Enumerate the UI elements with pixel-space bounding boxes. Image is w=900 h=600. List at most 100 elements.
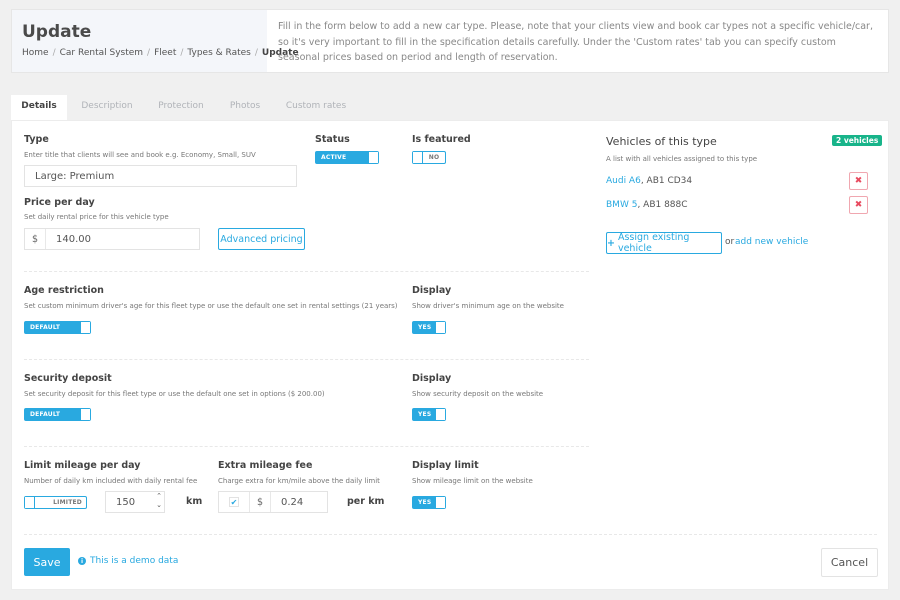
chevron-up-icon[interactable]: ⌃ bbox=[154, 492, 164, 501]
security-deposit-toggle[interactable]: DEFAULT bbox=[24, 408, 91, 421]
featured-label: Is featured bbox=[412, 134, 471, 145]
close-icon: ✖ bbox=[854, 200, 863, 210]
price-hint: Set daily rental price for this vehicle … bbox=[24, 213, 169, 221]
tab-photos[interactable]: Photos bbox=[215, 95, 275, 120]
deposit-display-toggle[interactable]: YES bbox=[412, 408, 446, 421]
plus-icon: + bbox=[607, 237, 615, 249]
save-button[interactable]: Save bbox=[24, 548, 70, 576]
security-deposit-label: Security deposit bbox=[24, 373, 112, 384]
breadcrumb-home[interactable]: Home bbox=[22, 48, 49, 58]
divider bbox=[24, 534, 877, 535]
price-input[interactable]: $ 140.00 bbox=[24, 228, 200, 250]
assign-existing-vehicle-button[interactable]: + Assign existing vehicle bbox=[606, 232, 722, 254]
tab-protection[interactable]: Protection bbox=[147, 95, 215, 120]
age-restriction-hint: Set custom minimum driver's age for this… bbox=[24, 302, 398, 310]
type-input[interactable]: Large: Premium bbox=[24, 165, 297, 187]
vehicles-title: Vehicles of this type bbox=[606, 135, 717, 148]
breadcrumb-fleet[interactable]: Fleet bbox=[154, 48, 176, 58]
demo-text: This is a demo data bbox=[90, 556, 179, 566]
status-label: Status bbox=[315, 134, 350, 145]
age-display-toggle-text: YES bbox=[418, 324, 432, 331]
header-info-text: Fill in the form below to add a new car … bbox=[278, 21, 873, 63]
status-toggle[interactable]: ACTIVE bbox=[315, 151, 379, 164]
advanced-pricing-button[interactable]: Advanced pricing bbox=[218, 228, 305, 250]
breadcrumb-separator: / bbox=[147, 48, 151, 58]
security-deposit-hint: Set security deposit for this fleet type… bbox=[24, 390, 325, 398]
page-header: Update Home / Car Rental System / Fleet / Type… bbox=[11, 9, 889, 73]
limit-mileage-label: Limit mileage per day bbox=[24, 460, 141, 471]
type-hint: Enter title that clients will see and bo… bbox=[24, 151, 256, 159]
age-toggle-text: DEFAULT bbox=[30, 324, 61, 331]
extra-mileage-hint: Charge extra for km/mile above the daily… bbox=[218, 477, 380, 485]
toggle-knob bbox=[368, 152, 378, 163]
extra-fee-unit: per km bbox=[347, 496, 385, 507]
vehicle-item: Audi A6, AB1 CD34 bbox=[606, 176, 692, 186]
featured-toggle[interactable]: NO bbox=[412, 151, 446, 164]
price-label: Price per day bbox=[24, 197, 95, 208]
extra-fee-value: 0.24 bbox=[281, 496, 304, 508]
toggle-knob bbox=[25, 497, 35, 508]
breadcrumb-separator: / bbox=[254, 48, 258, 58]
breadcrumb-separator: / bbox=[180, 48, 184, 58]
vehicle-link[interactable]: BMW 5 bbox=[606, 200, 637, 210]
mileage-toggle-text: LIMITED bbox=[53, 499, 82, 506]
tab-bar: Details Description Protection Photos Cu… bbox=[11, 95, 357, 120]
toggle-knob bbox=[435, 409, 445, 420]
tab-details[interactable]: Details bbox=[11, 95, 67, 120]
limit-mileage-toggle[interactable]: LIMITED bbox=[24, 496, 87, 509]
page-title: Update bbox=[22, 22, 92, 42]
display-limit-label: Display limit bbox=[412, 460, 479, 471]
info-icon: i bbox=[78, 557, 86, 565]
breadcrumb-separator: / bbox=[52, 48, 56, 58]
deposit-display-hint: Show security deposit on the website bbox=[412, 390, 544, 398]
vehicle-item: BMW 5, AB1 888C bbox=[606, 200, 688, 210]
divider bbox=[24, 359, 589, 360]
age-display-label: Display bbox=[412, 285, 452, 296]
type-input-value: Large: Premium bbox=[35, 170, 115, 182]
breadcrumb-types-rates[interactable]: Types & Rates bbox=[187, 48, 250, 58]
extra-mileage-label: Extra mileage fee bbox=[218, 460, 313, 471]
deposit-display-label: Display bbox=[412, 373, 452, 384]
age-restriction-label: Age restriction bbox=[24, 285, 104, 296]
toggle-knob bbox=[435, 497, 445, 508]
price-currency: $ bbox=[25, 229, 46, 249]
vehicle-link[interactable]: Audi A6 bbox=[606, 176, 641, 186]
add-new-vehicle-link[interactable]: add new vehicle bbox=[735, 237, 808, 247]
tab-description[interactable]: Description bbox=[67, 95, 147, 120]
mileage-unit: km bbox=[186, 496, 203, 507]
mileage-value: 150 bbox=[116, 496, 136, 508]
or-text: or bbox=[725, 237, 735, 247]
breadcrumb: Home / Car Rental System / Fleet / Types & Rat… bbox=[22, 48, 299, 58]
featured-toggle-text: NO bbox=[428, 154, 440, 161]
age-display-toggle[interactable]: YES bbox=[412, 321, 446, 334]
check-icon[interactable]: ✔ bbox=[229, 497, 239, 507]
extra-fee-currency: $ bbox=[250, 492, 271, 512]
vehicle-plate: , AB1 CD34 bbox=[640, 176, 693, 186]
breadcrumb-car-rental-system[interactable]: Car Rental System bbox=[60, 48, 143, 58]
display-limit-toggle[interactable]: YES bbox=[412, 496, 446, 509]
display-limit-hint: Show mileage limit on the website bbox=[412, 477, 533, 485]
extra-fee-checkbox-addon[interactable]: ✔ bbox=[219, 492, 250, 512]
age-restriction-toggle[interactable]: DEFAULT bbox=[24, 321, 91, 334]
divider bbox=[24, 446, 589, 447]
toggle-knob bbox=[80, 409, 90, 420]
extra-fee-input[interactable]: ✔ $ 0.24 bbox=[218, 491, 328, 513]
toggle-knob bbox=[435, 322, 445, 333]
remove-vehicle-button[interactable]: ✖ bbox=[849, 196, 868, 214]
tab-custom-rates[interactable]: Custom rates bbox=[275, 95, 357, 120]
chevron-down-icon[interactable]: ⌄ bbox=[154, 501, 164, 510]
deposit-display-toggle-text: YES bbox=[418, 411, 432, 418]
status-toggle-text: ACTIVE bbox=[321, 154, 347, 161]
divider bbox=[24, 271, 589, 272]
display-limit-toggle-text: YES bbox=[418, 499, 432, 506]
vehicle-plate: , AB1 888C bbox=[637, 200, 688, 210]
cancel-button[interactable]: Cancel bbox=[821, 548, 878, 577]
toggle-knob bbox=[80, 322, 90, 333]
mileage-stepper[interactable]: ⌃ ⌄ bbox=[154, 492, 164, 510]
vehicles-hint: A list with all vehicles assigned to thi… bbox=[606, 155, 758, 163]
age-display-hint: Show driver's minimum age on the website bbox=[412, 302, 564, 310]
demo-notice: i This is a demo data bbox=[78, 556, 178, 566]
remove-vehicle-button[interactable]: ✖ bbox=[849, 172, 868, 190]
deposit-toggle-text: DEFAULT bbox=[30, 411, 61, 418]
type-label: Type bbox=[24, 134, 49, 145]
